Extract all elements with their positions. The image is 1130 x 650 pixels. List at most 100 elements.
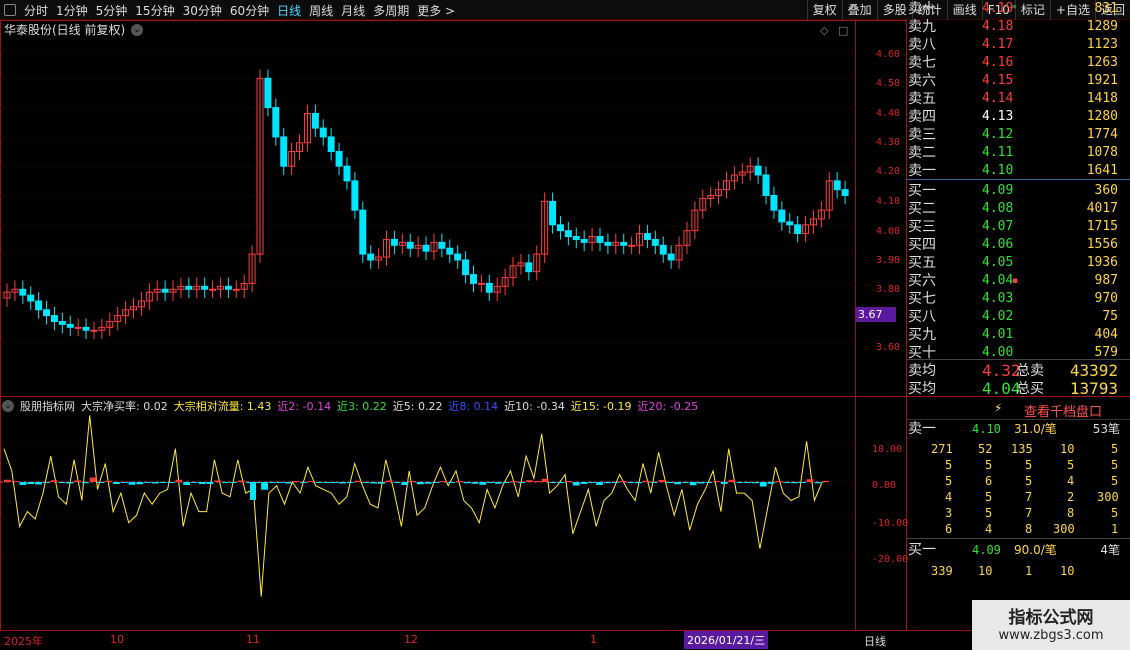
indicator-bar: [307, 481, 315, 482]
period-tab-5[interactable]: 60分钟: [230, 2, 269, 19]
ask-row[interactable]: 卖二 4.11 1078: [906, 144, 1130, 162]
period-label[interactable]: 日线: [864, 633, 886, 649]
candle-body: [462, 259, 470, 276]
depth-cell: 52: [978, 442, 993, 456]
indicator-bar: [222, 482, 229, 483]
period-tab-8[interactable]: 月线: [341, 2, 365, 19]
bid-row[interactable]: 买五 4.05 1936: [906, 254, 1130, 272]
period-tab-3[interactable]: 15分钟: [135, 2, 174, 19]
indicator-tick: -20.00: [872, 554, 909, 565]
period-tab-4[interactable]: 30分钟: [183, 2, 222, 19]
timeline-month-1: 1: [590, 633, 597, 646]
indicator-bar: [237, 480, 245, 482]
indicator-bar: [604, 482, 611, 484]
ask-row[interactable]: 卖五 4.14 1418: [906, 90, 1130, 108]
ask-row[interactable]: 卖十 4.19 * 831: [906, 0, 1130, 18]
flag-icon: *: [1012, 4, 1017, 14]
indicator-chart: [0, 415, 855, 597]
indicator-bar: [572, 482, 580, 486]
candle-body: [762, 174, 770, 197]
depth-cell: 6: [985, 474, 993, 488]
indicator-axis-frame: [855, 396, 907, 631]
candle-body: [438, 241, 446, 249]
view-depth-button[interactable]: 查看千档盘口: [1024, 401, 1102, 420]
period-tab-1[interactable]: 1分钟: [56, 2, 88, 19]
current-price-tag: 3.67: [856, 307, 896, 322]
depth-cell: 5: [985, 506, 993, 520]
period-tab-10[interactable]: 更多 >: [417, 2, 455, 19]
indicator-bar: [518, 482, 526, 483]
candle-body: [35, 300, 43, 311]
indicator-bar: [113, 482, 120, 484]
indicator-bar: [35, 482, 42, 485]
candle-body: [74, 326, 82, 329]
candle-body: [58, 320, 66, 325]
period-tab-0[interactable]: 分时: [24, 2, 48, 19]
candle-body: [643, 233, 651, 240]
bid-row[interactable]: 买四 4.06 1556: [906, 236, 1130, 254]
ask-row[interactable]: 卖九 4.18 1289: [906, 18, 1130, 36]
indicator-bar: [580, 482, 588, 484]
ask-row[interactable]: 卖一 4.10 1641: [906, 162, 1130, 180]
indicator-bar: [487, 482, 494, 483]
candle-body: [319, 127, 327, 138]
indicator-bar: [105, 480, 113, 482]
timeline-year: 2025年: [4, 635, 43, 648]
ask-row[interactable]: 卖四 4.13 1280: [906, 108, 1130, 126]
candle-body: [778, 209, 786, 223]
chevron-down-icon[interactable]: ⌄: [2, 400, 14, 412]
indicator-bar: [339, 482, 346, 484]
indicator-bar: [658, 480, 666, 482]
depth-cell: 5: [1111, 458, 1119, 472]
period-tab-7[interactable]: 周线: [309, 2, 333, 19]
timeline-month-10: 10: [110, 633, 124, 646]
indicator-bar: [315, 482, 323, 483]
candle-body: [446, 247, 454, 255]
ask-row[interactable]: 卖六 4.15 1921: [906, 72, 1130, 90]
period-tab-6[interactable]: 日线: [277, 2, 301, 19]
bid-row[interactable]: 买一 4.09 360: [906, 182, 1130, 200]
period-bar: 分时 1分钟 5分钟 15分钟 30分钟 60分钟 日线 周线 月线 多周期 更多 >: [4, 0, 455, 20]
indicator-bar: [627, 482, 635, 483]
timeline-month-11: 11: [246, 633, 260, 646]
ask-row[interactable]: 卖七 4.16 1263: [906, 54, 1130, 72]
depth-cell: 10: [1060, 564, 1075, 578]
level2-divider: [906, 538, 1130, 539]
price-tick: 4.50: [876, 78, 901, 89]
indicator-bar: [370, 482, 378, 484]
bid-ask-divider: [906, 179, 1130, 180]
bid-row[interactable]: 买二 4.08 4017: [906, 200, 1130, 218]
indicator-bar: [705, 482, 713, 483]
lightning-icon: ⚡: [994, 401, 1003, 415]
indicator-bar: [455, 481, 463, 482]
indicator-bar: [191, 482, 198, 483]
period-tab-2[interactable]: 5分钟: [96, 2, 128, 19]
indicator-bar: [557, 482, 565, 483]
period-tab-9[interactable]: 多周期: [373, 2, 409, 19]
bid-row[interactable]: 买九 4.01 404: [906, 326, 1130, 344]
indicator-tick: 10.00: [872, 444, 903, 455]
candle-body: [27, 294, 35, 302]
depth-cell: 8: [1025, 522, 1033, 536]
toolbar-action-0[interactable]: 复权: [806, 0, 842, 20]
depth-cell: 2: [1067, 490, 1075, 504]
indicator-bar: [697, 482, 705, 484]
bid-row[interactable]: 买三 4.07 1715: [906, 218, 1130, 236]
menu-icon[interactable]: [4, 4, 16, 16]
depth-cell: 5: [945, 474, 953, 488]
indicator-bar: [362, 482, 370, 483]
indicator-bar: [409, 481, 416, 482]
depth-cell: 339: [931, 564, 953, 578]
ask-row[interactable]: 卖三 4.12 1774: [906, 126, 1130, 144]
candle-body: [311, 112, 319, 129]
depth-cell: 10: [1060, 442, 1075, 456]
bid-row[interactable]: 买七 4.03 970: [906, 290, 1130, 308]
bid-row[interactable]: 买八 4.02 75: [906, 308, 1130, 326]
timeline-bar: 2025年 10 11 12 1 2026/01/21/三 日线: [0, 630, 1130, 650]
depth-cell: 4: [985, 522, 993, 536]
ask-row[interactable]: 卖八 4.17 1123: [906, 36, 1130, 54]
indicator-bar: [510, 481, 518, 482]
toolbar-action-1[interactable]: 叠加: [841, 0, 877, 20]
indicator-bar: [814, 482, 822, 484]
bid-row[interactable]: 买六 4.04 ▪ 987: [906, 272, 1130, 290]
